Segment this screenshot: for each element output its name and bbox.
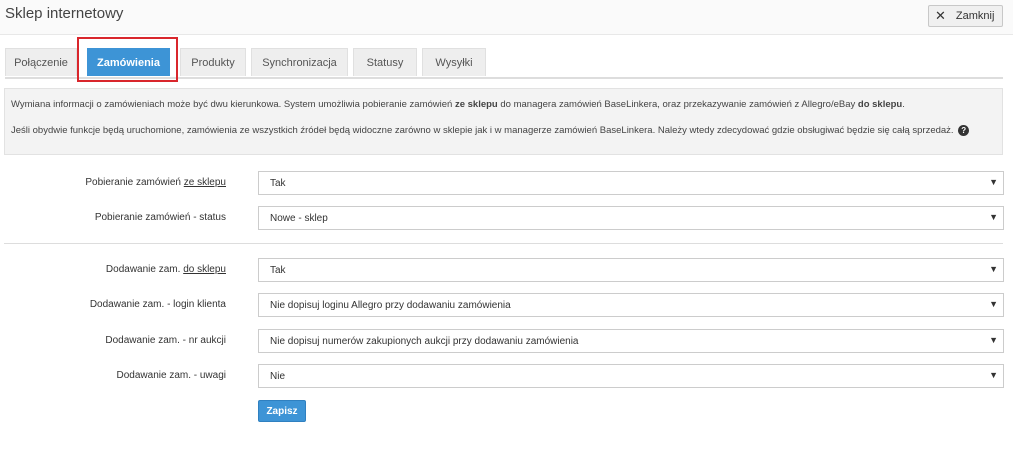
tab-synchronizacja[interactable]: Synchronizacja [251,48,348,76]
close-button[interactable]: ✕ Zamknij [928,5,1003,27]
question-circle-icon[interactable]: ? [958,124,970,136]
tab-bar: Połączenie Zamówienia Produkty Synchroni… [5,48,1003,79]
label-underline: do sklepu [183,264,226,275]
select-value: Nie dopisuj loginu Allegro przy dodawani… [270,299,511,311]
chevron-down-icon: ▼ [989,299,998,309]
select-value: Nie dopisuj numerów zakupionych aukcji p… [270,335,579,347]
select-value: Nie [270,370,286,382]
tab-produkty[interactable]: Produkty [180,48,246,76]
tab-wysylki[interactable]: Wysyłki [422,48,486,76]
close-label: Zamknij [955,10,995,22]
label-shop-fetch: Pobieranie zamówień ze sklepu [85,177,226,188]
window-title: Sklep internetowy [5,5,124,22]
info-box: Wymiana informacji o zamówieniach może b… [4,88,1003,155]
tab-zamowienia[interactable]: Zamówienia [87,48,170,76]
select-notes[interactable]: Nie ▼ [258,364,1004,388]
label-text: Dodawanie zam. [105,264,184,275]
chevron-down-icon: ▼ [989,177,998,187]
info-text: . [902,99,905,110]
select-login[interactable]: Nie dopisuj loginu Allegro przy dodawani… [258,293,1004,317]
select-value: Tak [270,264,286,276]
label-add-to-shop: Dodawanie zam. do sklepu [106,264,226,275]
label-shop-status: Pobieranie zamówień - status [94,212,226,223]
label-auction-nr: Dodawanie zam. - nr aukcji [105,335,226,346]
info-text: Jeśli obydwie funkcje będą uruchomione, … [11,125,954,136]
divider [4,243,1003,244]
select-value: Tak [270,177,286,189]
chevron-down-icon: ▼ [989,212,998,222]
close-icon: ✕ [935,8,946,23]
chevron-down-icon: ▼ [989,335,998,345]
label-text: Pobieranie zamówień [85,177,184,188]
select-auction-nr[interactable]: Nie dopisuj numerów zakupionych aukcji p… [258,329,1004,353]
label-notes: Dodawanie zam. - uwagi [116,370,227,381]
info-paragraph-2: Jeśli obydwie funkcje będą uruchomione, … [11,123,996,138]
chevron-down-icon: ▼ [989,370,998,380]
info-paragraph-1: Wymiana informacji o zamówieniach może b… [11,97,996,112]
label-login: Dodawanie zam. - login klienta [89,299,226,310]
chevron-down-icon: ▼ [989,264,998,274]
select-shop-status[interactable]: Nowe - sklep ▼ [258,206,1004,230]
select-shop-fetch[interactable]: Tak ▼ [258,171,1004,195]
tab-statusy[interactable]: Statusy [353,48,417,76]
label-underline: ze sklepu [183,177,226,188]
info-bold-from-shop: ze sklepu [454,99,498,110]
info-bold-to-shop: do sklepu [857,99,903,110]
title-bar: Sklep internetowy ✕ Zamknij [0,0,1013,35]
info-text: Wymiana informacji o zamówieniach może b… [11,99,455,110]
select-value: Nowe - sklep [270,212,328,224]
select-add-to-shop[interactable]: Tak ▼ [258,258,1004,282]
info-text: do managera zamówień BaseLinkera, oraz p… [497,99,858,110]
tab-polaczenie[interactable]: Połączenie [5,48,77,76]
save-button[interactable]: Zapisz [258,400,306,422]
